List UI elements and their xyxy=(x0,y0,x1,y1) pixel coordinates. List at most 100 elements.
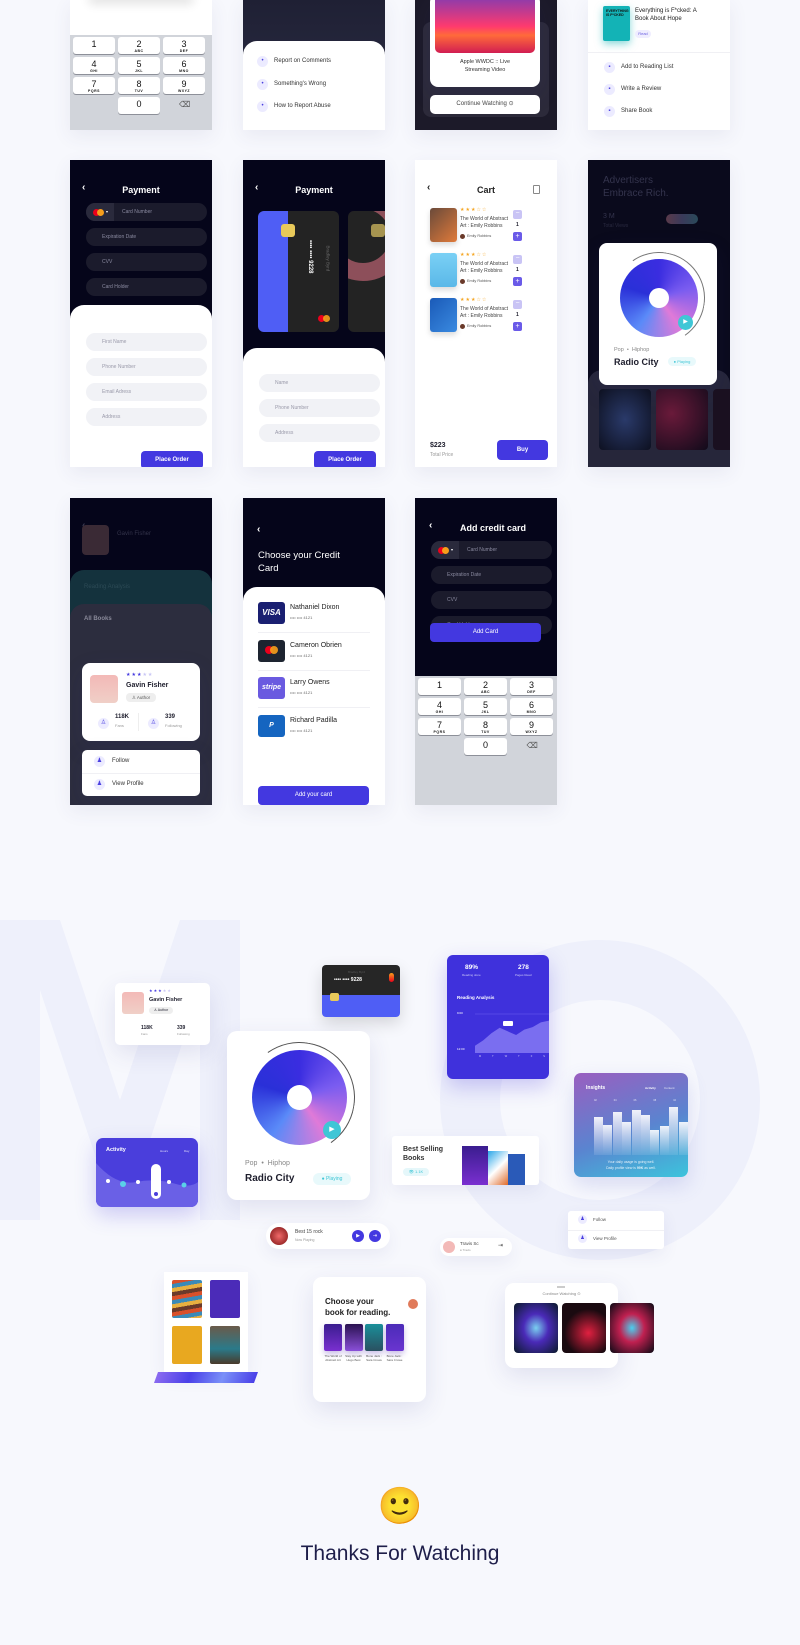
keypad-key-7[interactable]: 7 PQRS xyxy=(73,77,115,94)
tab-hours[interactable]: Hours xyxy=(160,1149,168,1153)
continue-watching-button[interactable]: Continue Watching ⊙ xyxy=(430,95,540,114)
menu-item-report[interactable]: Something's Wrong xyxy=(274,81,326,87)
keypad-key-2[interactable]: 2 ABC xyxy=(118,37,160,54)
product-thumbnail[interactable] xyxy=(430,253,457,287)
menu-item-report[interactable]: Report on Comments xyxy=(274,58,331,64)
tab-content[interactable]: Content xyxy=(664,1086,675,1090)
keypad-key-8[interactable]: 8 TUV xyxy=(464,718,507,735)
view-profile-button[interactable]: View Profile xyxy=(593,1236,617,1241)
input-email-adress[interactable]: Email Adress xyxy=(86,383,207,401)
input-address[interactable]: Address xyxy=(259,424,380,442)
drag-handle[interactable] xyxy=(557,1286,565,1288)
input-cvv[interactable]: CVV xyxy=(431,591,552,609)
video-card[interactable]: Apple WWDC :: Live Streaming Video xyxy=(430,0,540,87)
input-card-holder[interactable]: Card Holder xyxy=(86,278,207,296)
input-phone-number[interactable]: Phone Number xyxy=(259,399,380,417)
tab-activity[interactable]: Activity xyxy=(645,1086,656,1090)
input-card-number[interactable]: Card Number ▾ xyxy=(86,203,207,221)
keypad-key-0[interactable]: 0 xyxy=(118,97,160,114)
menu-item-book[interactable]: Add to Reading List xyxy=(621,64,673,70)
keypad-key-9[interactable]: 9 WXYZ xyxy=(163,77,205,94)
play-button[interactable]: ▶ xyxy=(678,315,693,330)
backspace-icon[interactable]: ⌫ xyxy=(179,100,190,109)
keypad-key-3[interactable]: 3 DEF xyxy=(510,678,553,695)
tab-day[interactable]: Day xyxy=(184,1149,189,1153)
card-type-selector[interactable]: ▾ xyxy=(86,203,114,221)
keypad-key-3[interactable]: 3 DEF xyxy=(163,37,205,54)
video-thumb[interactable] xyxy=(562,1303,606,1353)
keypad-key-9[interactable]: 9 WXYZ xyxy=(510,718,553,735)
decrement-button[interactable]: − xyxy=(513,300,522,309)
now-playing-pill[interactable]: Best 15 rock Now Playing ▶ ⇥ xyxy=(266,1223,390,1249)
credit-card[interactable]: •••• •••• 9228 Bradley Byrd xyxy=(258,211,339,332)
input-expiration-date[interactable]: Expiration Date xyxy=(86,228,207,246)
keypad-key-6[interactable]: 6 MNO xyxy=(510,698,553,715)
keypad-key-4[interactable]: 4 GHI xyxy=(418,698,461,715)
logout-icon[interactable]: ⇥ xyxy=(498,1242,503,1249)
add-card-button[interactable]: Add Card xyxy=(430,623,541,642)
input-address[interactable]: Address xyxy=(86,408,207,426)
cardholder-name[interactable]: Cameron Obrien xyxy=(290,642,342,649)
decrement-button[interactable]: − xyxy=(513,210,522,219)
menu-item-book[interactable]: Write a Review xyxy=(621,86,661,92)
view-profile-button[interactable]: View Profile xyxy=(112,781,144,787)
card-type-selector[interactable]: ▾ xyxy=(431,541,459,559)
book-thumb[interactable] xyxy=(172,1280,202,1318)
add-your-card-button[interactable]: Add your card xyxy=(258,786,369,805)
menu-item-report[interactable]: How to Report Abuse xyxy=(274,103,331,109)
keypad-key-5[interactable]: 5 JKL xyxy=(118,57,160,74)
keypad-key-1[interactable]: 1 xyxy=(418,678,461,695)
book-thumb[interactable] xyxy=(210,1280,240,1318)
book-cover[interactable] xyxy=(385,1324,404,1351)
video-thumb[interactable] xyxy=(610,1303,654,1353)
read-button[interactable]: Read xyxy=(635,30,651,38)
input-phone-number[interactable]: Phone Number xyxy=(86,358,207,376)
back-icon[interactable]: ‹ xyxy=(257,524,260,535)
keypad-key-7[interactable]: 7 PQRS xyxy=(418,718,461,735)
cardholder-name[interactable]: Larry Owens xyxy=(290,679,330,686)
best-selling-widget[interactable]: Best Selling Books 👁 1.1K xyxy=(392,1136,539,1185)
play-button[interactable]: ▶ xyxy=(323,1121,341,1139)
product-thumbnail[interactable] xyxy=(430,298,457,332)
credit-card-secondary[interactable] xyxy=(348,211,385,332)
increment-button[interactable]: + xyxy=(513,322,522,331)
book-cover[interactable] xyxy=(365,1324,383,1351)
keypad-key-4[interactable]: 4 GHI xyxy=(73,57,115,74)
backspace-icon[interactable]: ⌫ xyxy=(527,741,538,750)
place-order-button[interactable]: Place Order xyxy=(141,451,203,467)
buy-button[interactable]: Buy xyxy=(497,440,548,460)
cardholder-name[interactable]: Nathaniel Dixon xyxy=(290,604,339,611)
keypad-key-5[interactable]: 5 JKL xyxy=(464,698,507,715)
keypad-key-0[interactable]: 0 xyxy=(464,738,507,755)
keypad-key-1[interactable]: 1 xyxy=(73,37,115,54)
thumbnail[interactable] xyxy=(599,389,651,450)
thumbnail[interactable] xyxy=(656,389,708,450)
video-thumb[interactable] xyxy=(514,1303,558,1353)
book-thumb[interactable] xyxy=(172,1326,202,1364)
input-name[interactable]: Name xyxy=(259,374,380,392)
trash-icon[interactable] xyxy=(533,185,540,194)
place-order-button[interactable]: Place Order xyxy=(314,451,376,467)
product-thumbnail[interactable] xyxy=(430,208,457,242)
input-card-number[interactable]: Card Number ▾ xyxy=(431,541,552,559)
keypad-key-2[interactable]: 2 ABC xyxy=(464,678,507,695)
menu-item-book[interactable]: Share Book xyxy=(621,108,652,114)
input-expiration-date[interactable]: Expiration Date xyxy=(431,566,552,584)
now-playing-card[interactable]: ▶ Pop • Hiphop Radio City ● Playing xyxy=(599,243,717,385)
follow-button[interactable]: Follow xyxy=(112,758,129,764)
next-button[interactable]: ⇥ xyxy=(369,1230,381,1242)
decrement-button[interactable]: − xyxy=(513,255,522,264)
book-cover[interactable] xyxy=(324,1324,342,1351)
increment-button[interactable]: + xyxy=(513,232,522,241)
input-cvv[interactable]: CVV xyxy=(86,253,207,271)
follow-button[interactable]: Follow xyxy=(593,1217,606,1222)
keypad-key-6[interactable]: 6 MNO xyxy=(163,57,205,74)
radio-city-widget[interactable]: ▶ Pop • Hiphop Radio City ● Playing xyxy=(227,1031,370,1200)
keypad-key-8[interactable]: 8 TUV xyxy=(118,77,160,94)
book-thumb[interactable] xyxy=(210,1326,240,1364)
thumbnail[interactable] xyxy=(713,389,730,450)
user-pill[interactable]: Travis Sc ● Travis ⇥ xyxy=(440,1238,512,1256)
book-cover[interactable] xyxy=(344,1324,363,1351)
input-first-name[interactable]: First Name xyxy=(86,333,207,351)
cardholder-name[interactable]: Richard Padilla xyxy=(290,717,337,724)
